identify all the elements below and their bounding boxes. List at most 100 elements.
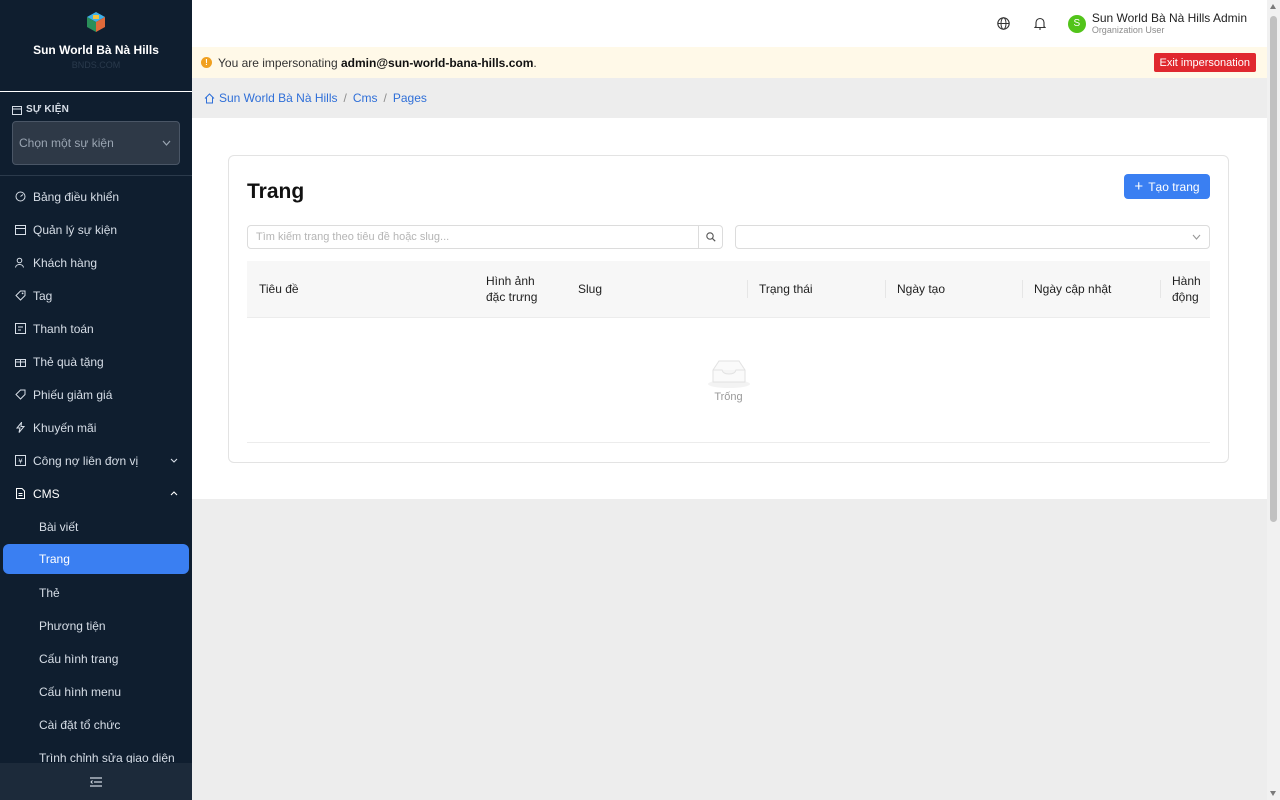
sidebar-item-label: Công nợ liên đơn vị — [33, 453, 139, 468]
breadcrumb-cms[interactable]: Cms — [353, 91, 378, 105]
lightning-icon — [15, 422, 26, 433]
sidebar-item-events[interactable]: Quản lý sự kiện — [0, 213, 192, 246]
pages-table: Tiêu đề Hình ảnh đặc trưng Slug Trạng th… — [247, 261, 1210, 443]
file-icon — [15, 488, 26, 499]
column-header-featured-image[interactable]: Hình ảnh đặc trưng — [474, 273, 566, 305]
sidebar-item-label: Tag — [33, 288, 53, 303]
calendar-icon — [15, 224, 26, 235]
sidebar-subitem-page-config[interactable]: Cấu hình trang — [0, 642, 192, 675]
sidebar-subitem-posts[interactable]: Bài viết — [0, 510, 192, 543]
brand: Sun World Bà Nà Hills BNDS.COM — [0, 0, 192, 92]
event-section: SỰ KIỆN Chọn một sự kiện — [0, 92, 192, 165]
sidebar-item-coupons[interactable]: Phiếu giảm giá — [0, 378, 192, 411]
sidebar-item-cms[interactable]: CMS — [0, 477, 192, 510]
sidebar-subitem-menu-config[interactable]: Cấu hình menu — [0, 675, 192, 708]
banner-email: admin@sun-world-bana-hills.com — [340, 55, 534, 70]
chevron-up-icon — [170, 491, 178, 496]
main-content: Trang + Tạo trang Tiêu đề Hình ảnh đặc t… — [192, 118, 1267, 499]
brand-logo — [87, 12, 105, 32]
column-header-updated[interactable]: Ngày cập nhật — [1022, 280, 1160, 298]
banner-prefix: You are impersonating — [218, 55, 338, 70]
gift-icon — [15, 356, 26, 367]
search-button[interactable] — [698, 226, 722, 248]
sidebar-nav: Bảng điều khiển Quản lý sự kiện Khách hà… — [0, 176, 192, 774]
topbar: S Sun World Bà Nà Hills Admin Organizati… — [192, 0, 1267, 47]
globe-icon[interactable] — [996, 16, 1012, 32]
sidebar-subitem-tags[interactable]: Thẻ — [0, 576, 192, 609]
event-section-title: SỰ KIỆN — [26, 104, 70, 115]
sidebar-item-customers[interactable]: Khách hàng — [0, 246, 192, 279]
payment-icon — [15, 323, 26, 334]
page-scrollbar[interactable] — [1267, 0, 1280, 800]
chevron-down-icon — [1192, 234, 1201, 240]
scroll-down-icon[interactable] — [1270, 791, 1276, 796]
breadcrumb-separator: / — [343, 91, 347, 105]
scrollbar-thumb[interactable] — [1270, 16, 1277, 522]
bell-icon[interactable] — [1032, 16, 1048, 32]
svg-text:¥: ¥ — [18, 458, 23, 466]
avatar: S — [1067, 14, 1086, 33]
menu-fold-icon — [90, 776, 102, 787]
chevron-down-icon — [170, 458, 178, 463]
page-title: Trang — [247, 180, 305, 203]
empty-state: Trống — [247, 318, 1210, 443]
sidebar-item-ledger[interactable]: ¥ Công nợ liên đơn vị — [0, 444, 192, 477]
search-icon — [705, 232, 716, 242]
sidebar-subitem-media[interactable]: Phương tiện — [0, 609, 192, 642]
brand-name: Sun World Bà Nà Hills — [33, 43, 159, 57]
plus-icon: + — [1134, 177, 1144, 195]
search-input[interactable] — [248, 226, 698, 248]
user-name: Sun World Bà Nà Hills Admin — [1091, 10, 1247, 25]
chevron-down-icon — [162, 140, 171, 146]
event-select[interactable]: Chọn một sự kiện — [12, 121, 180, 165]
brand-subtitle: BNDS.COM — [71, 60, 121, 70]
event-section-label: SỰ KIỆN — [12, 104, 180, 115]
scroll-up-icon[interactable] — [1270, 4, 1276, 9]
coupon-icon — [15, 389, 26, 400]
sidebar-item-dashboard[interactable]: Bảng điều khiển — [0, 180, 192, 213]
user-menu[interactable]: S Sun World Bà Nà Hills Admin Organizati… — [1067, 10, 1247, 36]
sidebar-item-label: Khuyến mãi — [33, 420, 97, 435]
pages-card: Trang + Tạo trang Tiêu đề Hình ảnh đặc t… — [228, 155, 1229, 463]
breadcrumb-pages[interactable]: Pages — [393, 91, 427, 105]
empty-inbox-icon — [707, 360, 750, 388]
sidebar-item-label: Phiếu giảm giá — [33, 387, 113, 402]
sidebar-item-tag[interactable]: Tag — [0, 279, 192, 312]
status-filter-select[interactable] — [735, 225, 1210, 249]
ledger-icon: ¥ — [15, 455, 26, 466]
sidebar-item-label: Khách hàng — [33, 255, 98, 270]
create-page-label: Tạo trang — [1148, 179, 1200, 194]
sidebar-item-label: Thẻ quà tặng — [33, 354, 104, 369]
search-box — [247, 225, 723, 249]
dashboard-icon — [15, 191, 26, 202]
event-select-placeholder: Chọn một sự kiện — [19, 136, 114, 150]
sidebar-subitem-pages[interactable]: Trang — [3, 544, 189, 574]
tag-icon — [15, 290, 26, 301]
calendar-icon — [12, 105, 22, 115]
sidebar-item-promotions[interactable]: Khuyến mãi — [0, 411, 192, 444]
empty-state-text: Trống — [714, 391, 743, 403]
sidebar-item-payment[interactable]: Thanh toán — [0, 312, 192, 345]
breadcrumb: Sun World Bà Nà Hills / Cms / Pages — [192, 78, 1267, 118]
breadcrumb-separator: / — [383, 91, 387, 105]
warning-icon: ! — [201, 57, 212, 68]
column-header-created[interactable]: Ngày tạo — [885, 280, 1022, 298]
user-role: Organization User — [1091, 24, 1165, 35]
create-page-button[interactable]: + Tạo trang — [1124, 174, 1210, 199]
column-header-status[interactable]: Trạng thái — [747, 280, 885, 298]
breadcrumb-org[interactable]: Sun World Bà Nà Hills — [219, 91, 338, 105]
sidebar-collapse-button[interactable] — [0, 763, 192, 800]
exit-impersonation-button[interactable]: Exit impersonation — [1153, 53, 1256, 72]
sidebar-item-label: CMS — [33, 486, 60, 501]
sidebar-item-label: Bảng điều khiển — [33, 189, 120, 204]
sidebar-item-gift-cards[interactable]: Thẻ quà tặng — [0, 345, 192, 378]
sidebar-item-label: Thanh toán — [33, 321, 94, 336]
banner-suffix: . — [533, 55, 537, 70]
column-header-actions: Hành động — [1160, 273, 1210, 305]
column-header-slug[interactable]: Slug — [566, 281, 747, 297]
column-header-title[interactable]: Tiêu đề — [247, 281, 474, 297]
table-header: Tiêu đề Hình ảnh đặc trưng Slug Trạng th… — [247, 261, 1210, 318]
sidebar: Sun World Bà Nà Hills BNDS.COM SỰ KIỆN C… — [0, 0, 192, 800]
sidebar-item-label: Quản lý sự kiện — [33, 222, 118, 237]
sidebar-subitem-org-settings[interactable]: Cài đặt tổ chức — [0, 708, 192, 741]
